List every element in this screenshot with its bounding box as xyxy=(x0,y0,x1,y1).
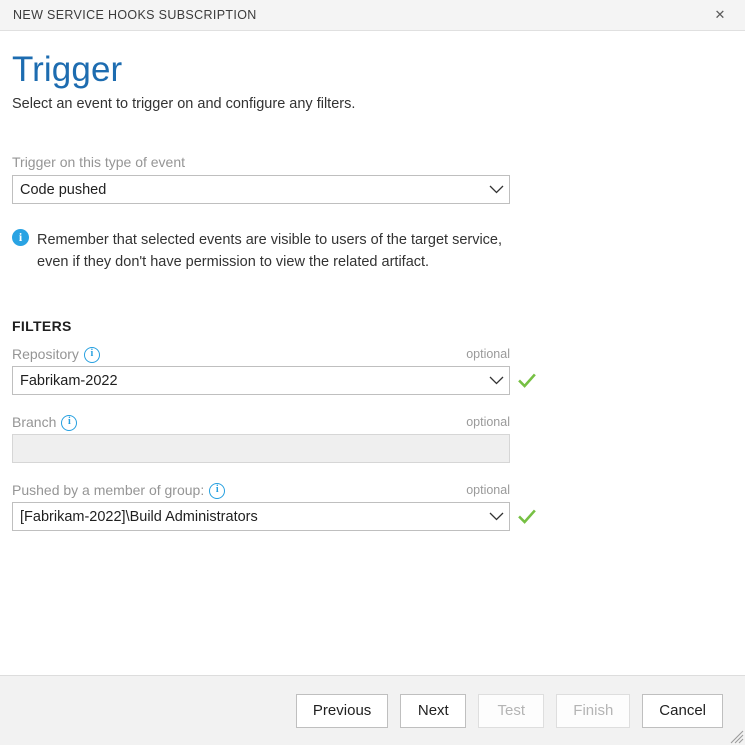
info-banner-text: Remember that selected events are visibl… xyxy=(37,229,512,273)
repository-select[interactable]: Fabrikam-2022 xyxy=(12,366,510,395)
repository-value: Fabrikam-2022 xyxy=(13,373,483,389)
repository-label-group: Repository i xyxy=(12,346,100,362)
page-title: Trigger xyxy=(12,49,733,91)
info-icon[interactable]: i xyxy=(84,347,100,363)
repository-optional-tag: optional xyxy=(466,346,510,362)
valid-check-icon xyxy=(518,508,536,526)
pushed-by-group-optional-tag: optional xyxy=(466,482,510,498)
cancel-button[interactable]: Cancel xyxy=(642,694,723,728)
finish-button: Finish xyxy=(556,694,630,728)
branch-label-group: Branch i xyxy=(12,414,77,430)
dialog-title: NEW SERVICE HOOKS SUBSCRIPTION xyxy=(13,8,257,22)
repository-label-row: Repository i optional xyxy=(12,346,510,362)
next-button[interactable]: Next xyxy=(400,694,466,728)
dialog-footer: Previous Next Test Finish Cancel xyxy=(0,675,745,745)
dialog-content: Trigger Select an event to trigger on an… xyxy=(0,31,745,675)
info-icon[interactable]: i xyxy=(209,483,225,499)
pushed-by-group-label-row: Pushed by a member of group: i optional xyxy=(12,482,510,498)
pushed-by-group-field: Pushed by a member of group: i optional … xyxy=(12,482,733,531)
chevron-down-icon xyxy=(483,367,509,394)
filters-heading: FILTERS xyxy=(12,318,733,334)
page-subtitle: Select an event to trigger on and config… xyxy=(12,96,733,112)
previous-button[interactable]: Previous xyxy=(296,694,388,728)
chevron-down-icon xyxy=(483,503,509,530)
event-type-select[interactable]: Code pushed xyxy=(12,175,510,204)
branch-label-row: Branch i optional xyxy=(12,414,510,430)
info-icon: i xyxy=(12,229,29,246)
event-type-field: Trigger on this type of event Code pushe… xyxy=(12,154,733,204)
branch-label: Branch xyxy=(12,414,56,430)
branch-input[interactable] xyxy=(12,434,510,463)
new-service-hooks-subscription-dialog: NEW SERVICE HOOKS SUBSCRIPTION ✕ Trigger… xyxy=(0,0,745,745)
pushed-by-group-label-group: Pushed by a member of group: i xyxy=(12,482,225,498)
repository-control-row: Fabrikam-2022 xyxy=(12,366,733,395)
pushed-by-group-label: Pushed by a member of group: xyxy=(12,482,204,498)
event-type-label: Trigger on this type of event xyxy=(12,154,733,170)
test-button: Test xyxy=(478,694,544,728)
pushed-by-group-value: [Fabrikam-2022]\Build Administrators xyxy=(13,509,483,525)
resize-grip-icon[interactable] xyxy=(728,728,744,744)
close-icon[interactable]: ✕ xyxy=(707,2,733,28)
branch-field: Branch i optional xyxy=(12,414,733,463)
dialog-titlebar: NEW SERVICE HOOKS SUBSCRIPTION ✕ xyxy=(0,0,745,31)
event-type-value: Code pushed xyxy=(13,182,483,198)
branch-optional-tag: optional xyxy=(466,414,510,430)
branch-control-row xyxy=(12,434,733,463)
info-icon[interactable]: i xyxy=(61,415,77,431)
chevron-down-icon xyxy=(483,176,509,203)
repository-label: Repository xyxy=(12,346,79,362)
pushed-by-group-control-row: [Fabrikam-2022]\Build Administrators xyxy=(12,502,733,531)
repository-field: Repository i optional Fabrikam-2022 xyxy=(12,346,733,395)
pushed-by-group-select[interactable]: [Fabrikam-2022]\Build Administrators xyxy=(12,502,510,531)
event-type-control-row: Code pushed xyxy=(12,175,733,204)
info-banner: i Remember that selected events are visi… xyxy=(12,229,512,273)
valid-check-icon xyxy=(518,372,536,390)
